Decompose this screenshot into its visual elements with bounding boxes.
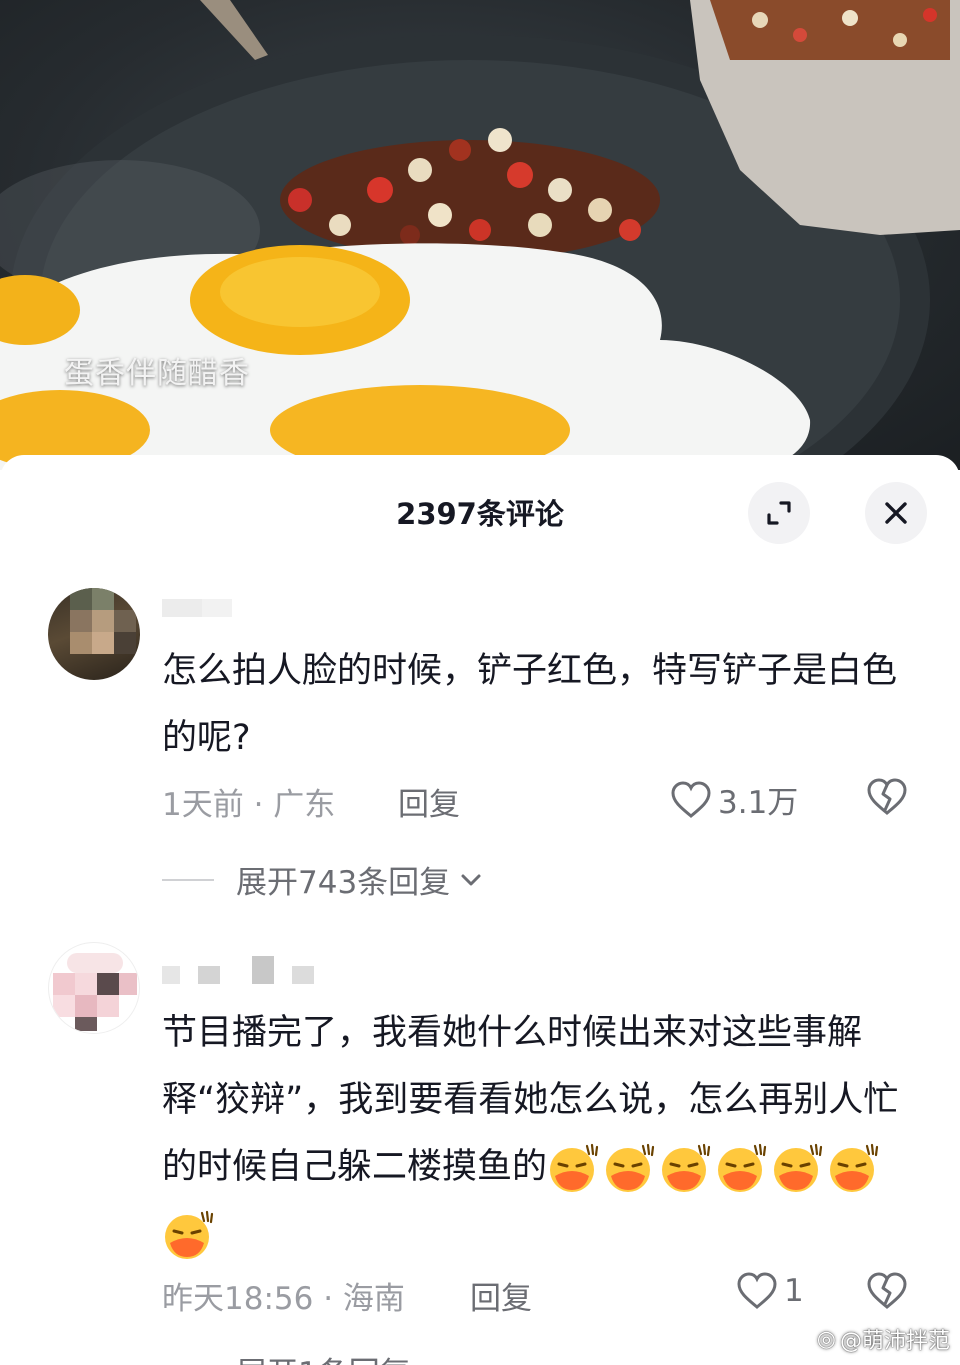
- avatar[interactable]: [48, 942, 140, 1034]
- like-button[interactable]: 3.1万: [670, 777, 798, 822]
- like-count: 1: [784, 1273, 804, 1309]
- smug-emoji-icon: [550, 1143, 599, 1192]
- comment-text: 节目播完了，我看她什么时候出来对这些事解释“狡辩”，我到要看看她怎么说，怎么再别…: [162, 1000, 922, 1268]
- broken-heart-icon: [867, 778, 907, 815]
- expand-replies[interactable]: 展开1条回复: [162, 1348, 411, 1365]
- reply-button[interactable]: 回复: [470, 1273, 532, 1318]
- smug-emoji-icon: [165, 1210, 214, 1259]
- heart-icon: [671, 780, 711, 818]
- close-button[interactable]: [865, 482, 927, 544]
- broken-heart-icon: [867, 1272, 907, 1309]
- heart-icon: [737, 1272, 777, 1309]
- expand-icon: [767, 501, 791, 525]
- like-button[interactable]: 1: [736, 1271, 804, 1311]
- expand-replies-label: 展开743条回复: [236, 865, 451, 901]
- chevron-down-icon: [461, 874, 481, 885]
- reply-button[interactable]: 回复: [398, 779, 460, 824]
- close-icon: [885, 502, 907, 524]
- smug-emoji-icon: [662, 1143, 711, 1192]
- video-frame-image: [0, 0, 960, 470]
- watermark-text: @萌沛拌范: [839, 1329, 950, 1354]
- avatar[interactable]: [48, 588, 140, 680]
- comments-sheet: 2397条评论 怎么拍人脸的时候，铲子红色，特写铲子是白色的呢? 1天前 · 广…: [0, 455, 960, 1365]
- video-player[interactable]: 蛋香伴随醋香: [0, 0, 960, 470]
- weibo-icon: ◎: [816, 1326, 836, 1352]
- smug-emoji-icon: [718, 1143, 767, 1192]
- smug-emoji-icon: [774, 1143, 823, 1192]
- expand-button[interactable]: [748, 482, 810, 544]
- comment-text: 怎么拍人脸的时候，铲子红色，特写铲子是白色的呢?: [162, 651, 898, 758]
- expand-replies[interactable]: 展开743条回复: [162, 857, 486, 902]
- smug-emoji-icon: [606, 1143, 655, 1192]
- comments-count-title: 2397条评论: [396, 497, 564, 531]
- dislike-button[interactable]: [866, 777, 908, 821]
- video-caption: 蛋香伴随醋香: [64, 356, 250, 391]
- comment-meta: 昨天18:56 · 海南: [162, 1281, 405, 1317]
- watermark: ◎ @萌沛拌范: [817, 1323, 950, 1355]
- divider: [162, 878, 214, 881]
- smug-emoji-icon: [830, 1143, 879, 1192]
- expand-replies-label: 展开1条回复: [236, 1348, 411, 1365]
- dislike-button[interactable]: [866, 1271, 908, 1315]
- comment-meta: 1天前 · 广东: [162, 787, 336, 823]
- like-count: 3.1万: [718, 785, 799, 821]
